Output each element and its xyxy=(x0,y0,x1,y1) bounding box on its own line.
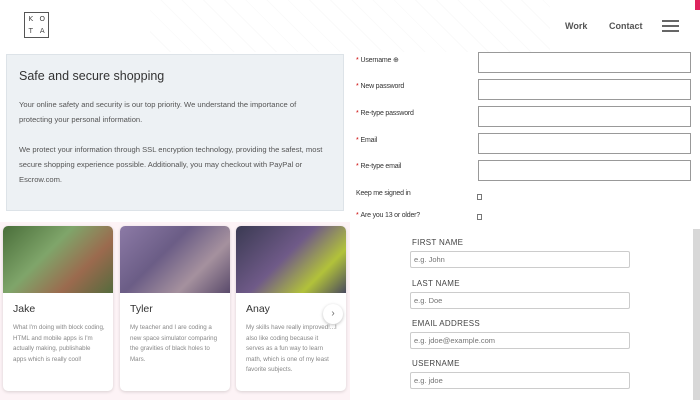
nav-contact-link[interactable]: Contact xyxy=(609,21,643,31)
panel-paragraph: Your online safety and security is our t… xyxy=(19,100,297,124)
retype-password-label: * Re-type password xyxy=(356,110,414,117)
student-quote: What I'm doing with block coding, HTML a… xyxy=(13,324,105,363)
logo-letter: T xyxy=(28,27,33,35)
email-label: * Email xyxy=(356,137,378,144)
scrollbar-track[interactable] xyxy=(693,229,700,400)
site-header: K O T A Work Contact xyxy=(0,0,700,52)
testimonial-card[interactable]: Jake What I'm doing with block coding, H… xyxy=(3,226,113,391)
accent-corner xyxy=(695,0,700,10)
testimonial-card[interactable]: Tyler My teacher and I are coding a new … xyxy=(120,226,230,391)
student-photo xyxy=(3,226,113,293)
keep-signed-in-label: Keep me signed in xyxy=(356,190,411,197)
nav-work-link[interactable]: Work xyxy=(565,21,587,31)
retype-password-input[interactable] xyxy=(478,106,691,127)
keep-signed-in-checkbox[interactable] xyxy=(477,194,482,200)
carousel-next-button[interactable]: › xyxy=(323,304,343,324)
safe-shopping-panel: Safe and secure shopping Your online saf… xyxy=(6,54,344,211)
panel-title: Safe and secure shopping xyxy=(19,69,165,83)
chevron-right-icon: › xyxy=(331,308,335,319)
last-name-input[interactable] xyxy=(410,292,630,309)
new-password-input[interactable] xyxy=(478,79,691,100)
first-name-input[interactable] xyxy=(410,251,630,268)
student-name: Jake xyxy=(13,303,36,315)
email-input[interactable] xyxy=(478,133,691,154)
new-password-label: * New password xyxy=(356,83,405,90)
student-name: Tyler xyxy=(130,303,153,315)
kota-logo[interactable]: K O T A xyxy=(24,12,49,38)
signup-username-input[interactable] xyxy=(410,372,630,389)
email-address-input[interactable] xyxy=(410,332,630,349)
panel-paragraph: We protect your information through SSL … xyxy=(19,145,323,184)
retype-email-input[interactable] xyxy=(478,160,691,181)
logo-letter: A xyxy=(39,27,45,35)
hamburger-menu-icon[interactable] xyxy=(662,20,679,32)
username-label: * Username ⊕ xyxy=(356,57,399,64)
logo-letter: O xyxy=(39,15,45,23)
first-name-label: FIRST NAME xyxy=(412,238,464,247)
student-quote: My teacher and I are coding a new space … xyxy=(130,324,218,363)
age-check-label: * Are you 13 or older? xyxy=(356,212,420,219)
retype-email-label: * Re-type email xyxy=(356,163,402,170)
signup-username-label: USERNAME xyxy=(412,359,460,368)
help-icon[interactable]: ⊕ xyxy=(393,57,399,64)
student-quote: My skills have really improved!...I also… xyxy=(246,324,337,373)
email-address-label: EMAIL ADDRESS xyxy=(412,319,481,328)
username-input[interactable] xyxy=(478,52,691,73)
header-background-pattern xyxy=(150,0,550,52)
last-name-label: LAST NAME xyxy=(412,279,460,288)
student-photo xyxy=(236,226,346,293)
student-photo xyxy=(120,226,230,293)
age-check-checkbox[interactable] xyxy=(477,214,482,220)
logo-letter: K xyxy=(28,15,34,23)
